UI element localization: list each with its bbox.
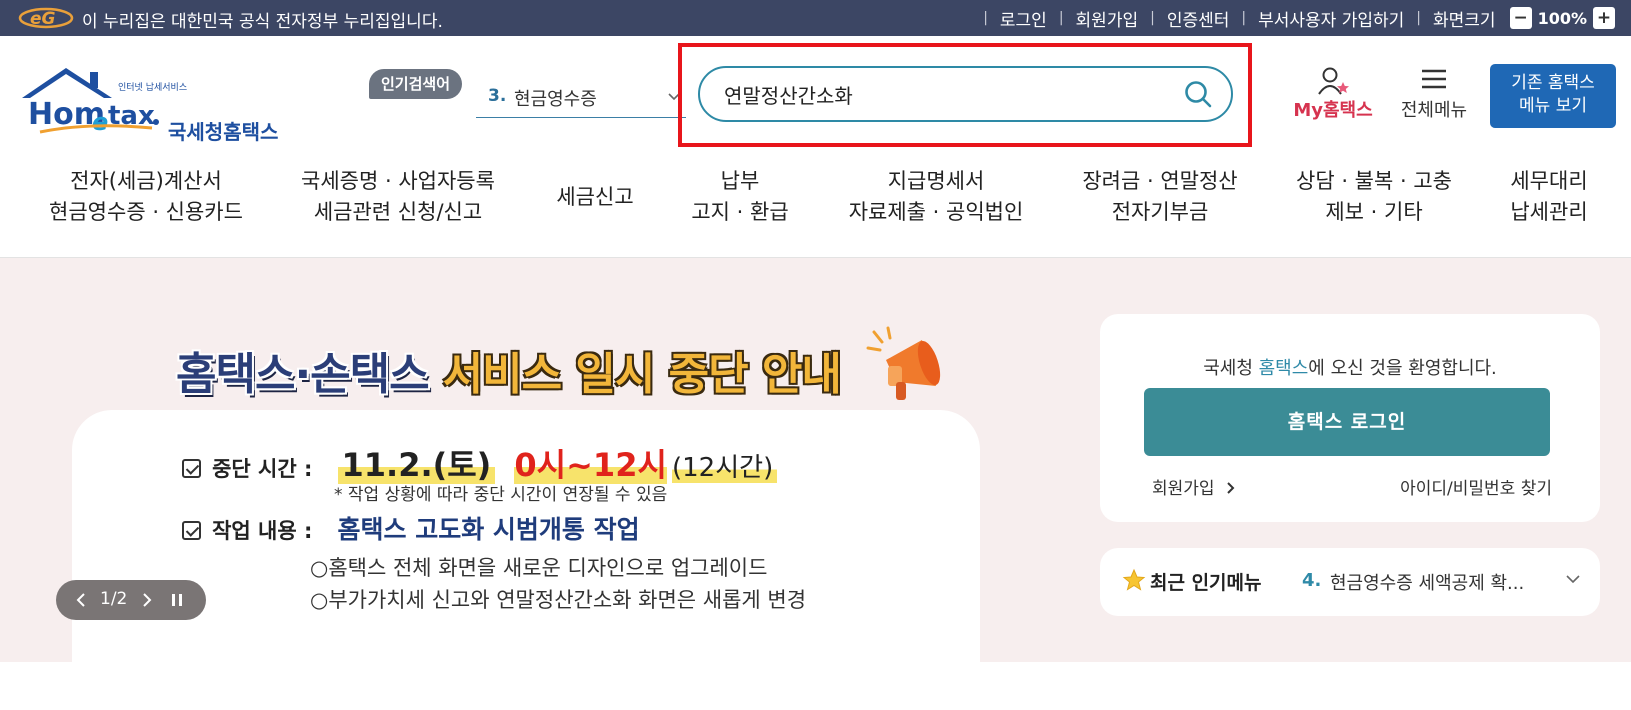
- cert-center-link[interactable]: 인증센터: [1167, 6, 1230, 31]
- legacy-menu-button[interactable]: 기존 홈택스 메뉴 보기: [1490, 64, 1616, 128]
- checkbox-icon: [182, 459, 201, 478]
- banner-title-service: 홈택스·손택스: [176, 349, 430, 400]
- stop-duration: (12시간): [672, 453, 778, 483]
- megaphone-icon: [866, 326, 941, 400]
- popular-search-dropdown[interactable]: 3. 현금영수증: [476, 78, 686, 118]
- pause-icon[interactable]: [170, 592, 184, 608]
- hometax-login-button[interactable]: 홈택스 로그인: [1144, 388, 1550, 456]
- work-content-title: 홈택스 고도화 시범개통 작업: [337, 515, 640, 544]
- login-panel: 국세청 홈택스에 오신 것을 환영합니다. 홈택스 로그인 회원가입 아이디/비…: [1100, 314, 1600, 522]
- legacy-menu-line1: 기존 홈택스: [1511, 73, 1595, 93]
- egov-logo-icon: eG: [18, 7, 74, 29]
- banner-title-suspension: 서비스 일시 중단 안내: [442, 349, 842, 400]
- work-content-row: 작업 내용 : 홈택스 고도화 시범개통 작업: [182, 510, 640, 546]
- dept-user-signup-link[interactable]: 부서사용자 가입하기: [1258, 6, 1404, 31]
- nav-payment[interactable]: 납부 고지 · 환급: [688, 166, 792, 228]
- utility-links: | 로그인 | 회원가입 | 인증센터 | 부서사용자 가입하기 | 화면크기 …: [971, 0, 1615, 36]
- nav-payment-statement[interactable]: 지급명세서 자료제출 · 공익법인: [836, 166, 1036, 228]
- banner-title: 홈택스·손택스 서비스 일시 중단 안내: [176, 338, 842, 400]
- chevron-right-icon: [1227, 482, 1235, 494]
- notice-card: 중단 시간 : 11.2.(토) 0시~12시 (12시간) * 작업 상황에 …: [72, 410, 980, 710]
- all-menu-label: 전체메뉴: [1400, 100, 1468, 121]
- main-content: 홈택스·손택스 서비스 일시 중단 안내 중단 시간 : 11.2.(토) 0시~…: [0, 258, 1631, 710]
- banner-slider-control: 1/2: [56, 580, 206, 620]
- find-id-password-link[interactable]: 아이디/비밀번호 찾기: [1400, 474, 1552, 499]
- zoom-in-button[interactable]: +: [1593, 7, 1615, 29]
- hometax-logo-icon: Hom e tax: [22, 68, 159, 134]
- star-icon: [1122, 568, 1146, 591]
- main-nav: 전자(세금)계산서 현금영수증 · 신용카드 국세증명 · 사업자등록 세금관련 신…: [0, 152, 1631, 258]
- chevron-left-icon[interactable]: [74, 592, 88, 608]
- recent-popular-title: 최근 인기메뉴: [1150, 572, 1262, 594]
- welcome-hometax-link[interactable]: 홈택스: [1259, 358, 1309, 379]
- nav-tax-agent[interactable]: 세무대리 납세관리: [1504, 166, 1594, 228]
- hamburger-menu-icon: [1422, 69, 1446, 89]
- hometax-logo[interactable]: Hom e tax 인터넷 납세서비스 국세청홈택스: [20, 64, 290, 144]
- recent-popular-rank: 4.: [1302, 570, 1322, 591]
- gov-notice-text: 이 누리집은 대한민국 공식 전자정부 누리집입니다.: [82, 12, 443, 32]
- search-box: [698, 66, 1233, 122]
- recent-popular-menu[interactable]: 최근 인기메뉴 4. 현금영수증 세액공제 확...: [1100, 548, 1600, 616]
- popular-search-badge: 인기검색어: [369, 69, 463, 99]
- checkbox-icon: [182, 521, 201, 540]
- logo-subtitle: 인터넷 납세서비스: [118, 83, 188, 93]
- login-link[interactable]: 로그인: [1000, 6, 1047, 31]
- signup-link[interactable]: 회원가입: [1076, 6, 1139, 31]
- screen-size-label: 화면크기: [1433, 10, 1496, 31]
- notice-banner[interactable]: 홈택스·손택스 서비스 일시 중단 안내 중단 시간 : 11.2.(토) 0시~…: [0, 258, 1060, 710]
- banner-pager: 1/2: [100, 589, 128, 609]
- join-link[interactable]: 회원가입: [1152, 474, 1236, 499]
- nav-e-invoice[interactable]: 전자(세금)계산서 현금영수증 · 신용카드: [46, 166, 246, 228]
- legacy-menu-line2: 메뉴 보기: [1519, 96, 1587, 116]
- my-hometax-label: My홈택스: [1293, 100, 1373, 121]
- site-header: Hom e tax 인터넷 납세서비스 국세청홈택스 인기검색어 3. 현금영수…: [0, 36, 1631, 152]
- nav-incentive-yearend[interactable]: 장려금 · 연말정산 전자기부금: [1078, 166, 1242, 228]
- search-input[interactable]: [724, 78, 1164, 110]
- popular-search-term: 현금영수증: [514, 89, 597, 110]
- svg-text:e: e: [92, 108, 108, 134]
- user-icon: [1318, 67, 1349, 95]
- welcome-message: 국세청 홈택스에 오신 것을 환영합니다.: [1203, 358, 1497, 379]
- search-icon[interactable]: [1183, 79, 1213, 109]
- stop-date: 11.2.(토): [337, 446, 496, 484]
- work-bullet: ○홈택스 전체 화면을 새로운 디자인으로 업그레이드: [310, 556, 768, 580]
- popular-search-rank: 3.: [488, 86, 507, 106]
- recent-popular-item: 현금영수증 세액공제 확...: [1330, 573, 1525, 594]
- chevron-right-icon[interactable]: [140, 592, 154, 608]
- nav-tax-certificate[interactable]: 국세증명 · 사업자등록 세금관련 신청/신고: [296, 166, 500, 228]
- stop-hours: 0시~12시: [514, 446, 667, 484]
- zoom-level: 100%: [1537, 8, 1587, 28]
- svg-text:eG: eG: [30, 9, 56, 29]
- my-hometax-button[interactable]: My홈택스: [1290, 66, 1376, 126]
- nav-tax-filing[interactable]: 세금신고: [548, 182, 642, 213]
- work-content-label: 작업 내용 :: [212, 519, 313, 543]
- zoom-out-button[interactable]: −: [1509, 7, 1532, 29]
- all-menu-button[interactable]: 전체메뉴: [1394, 66, 1474, 126]
- stop-time-note: * 작업 상황에 따라 중단 시간이 연장될 수 있음: [334, 485, 668, 505]
- work-bullet: ○부가가치세 신고와 연말정산간소화 화면은 새롭게 변경: [310, 588, 807, 612]
- stop-time-label: 중단 시간 :: [212, 457, 313, 481]
- gov-notice-bar: eG 이 누리집은 대한민국 공식 전자정부 누리집입니다. | 로그인 | 회…: [0, 0, 1631, 36]
- chevron-down-icon: [1566, 575, 1580, 584]
- nav-consulting[interactable]: 상담 · 불복 · 고충 제보 · 기타: [1290, 166, 1458, 228]
- logo-name: 국세청홈택스: [168, 120, 279, 144]
